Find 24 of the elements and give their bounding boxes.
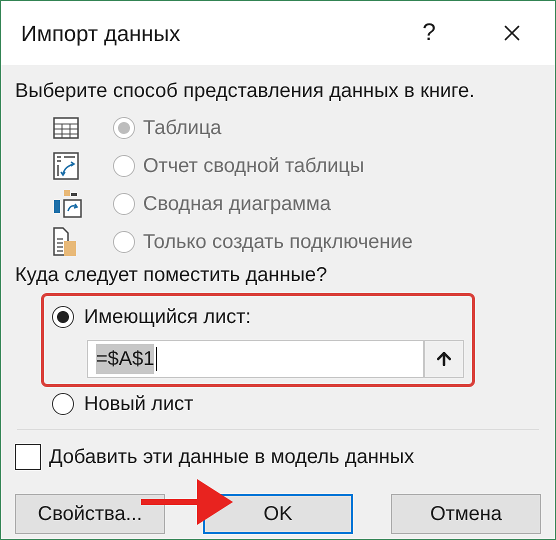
pivot-chart-icon bbox=[53, 189, 83, 219]
checkbox-label: Добавить эти данные в модель данных bbox=[49, 445, 414, 470]
document-icon bbox=[53, 227, 77, 257]
section-heading: Куда следует поместить данные? bbox=[15, 263, 328, 287]
range-input-field[interactable]: =$A$1 bbox=[87, 340, 424, 378]
range-value: =$A$1 bbox=[96, 344, 154, 374]
option-label: Новый лист bbox=[84, 392, 194, 417]
radio-button[interactable] bbox=[52, 393, 74, 415]
radio-button[interactable] bbox=[52, 306, 74, 328]
option-label: Отчет сводной таблицы bbox=[143, 154, 364, 179]
help-button[interactable]: ? bbox=[409, 15, 449, 51]
checkbox[interactable] bbox=[15, 444, 41, 470]
option-label: Имеющийся лист: bbox=[84, 305, 251, 330]
pivot-table-icon bbox=[53, 152, 79, 180]
dialog-button[interactable]: Свойства... bbox=[15, 494, 165, 534]
collapse-button[interactable] bbox=[424, 340, 464, 378]
option-label: Таблица bbox=[143, 116, 222, 141]
option-label: Сводная диаграмма bbox=[143, 192, 331, 217]
dialog-button[interactable]: Отмена bbox=[391, 494, 541, 534]
section-heading: Выберите способ представления данных в книге. bbox=[15, 79, 476, 103]
table-icon bbox=[53, 117, 79, 139]
window-title: Импорт данных bbox=[21, 20, 182, 48]
dialog-button[interactable]: OK bbox=[203, 494, 353, 534]
option-label: Только создать подключение bbox=[143, 230, 413, 255]
